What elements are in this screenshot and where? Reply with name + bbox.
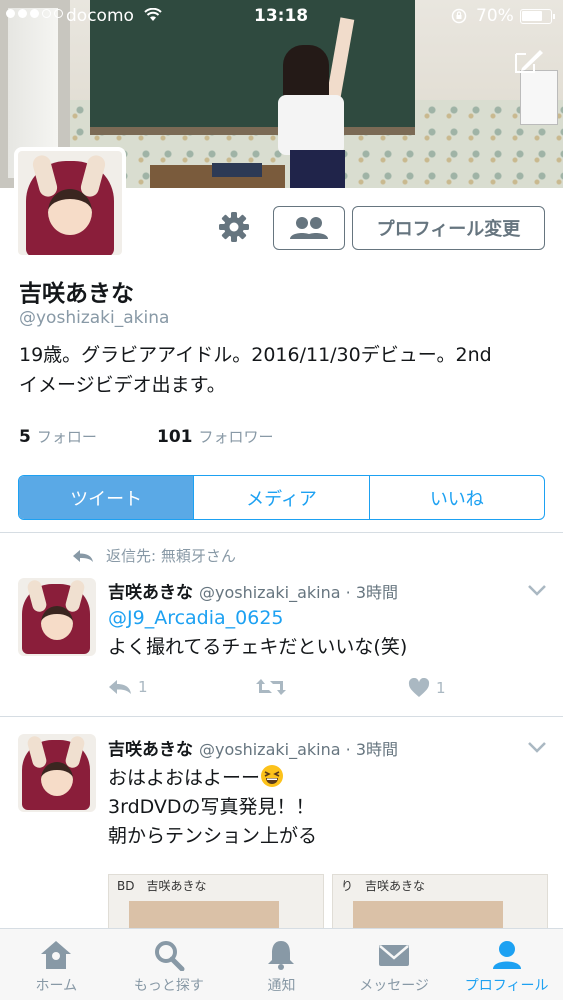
divider bbox=[0, 716, 563, 717]
mention-link[interactable]: @J9_Arcadia_0625 bbox=[108, 604, 548, 633]
retweet-button[interactable] bbox=[256, 678, 292, 696]
tweet-body: よく撮れてるチェキだといいな(笑) bbox=[108, 636, 408, 658]
retweet-icon bbox=[256, 679, 286, 695]
following-label: フォロー bbox=[36, 428, 97, 446]
tab-bar-explore[interactable]: もっと探す bbox=[113, 929, 226, 1000]
tab-bar-home[interactable]: ホーム bbox=[0, 929, 113, 1000]
media-image[interactable]: BD 吉咲あきな bbox=[108, 874, 324, 929]
chevron-down-icon[interactable] bbox=[527, 741, 547, 753]
header-poster bbox=[520, 70, 558, 125]
tab-bar-label: もっと探す bbox=[133, 978, 204, 994]
media-image[interactable]: り 吉咲あきな bbox=[332, 874, 548, 929]
following-count: 5 bbox=[19, 427, 31, 447]
bio-line: 19歳。グラビアアイドル。2016/11/30デビュー。2nd bbox=[19, 344, 492, 366]
header-book bbox=[212, 163, 262, 177]
followers-label: フォロワー bbox=[198, 428, 274, 446]
header-person-skirt bbox=[290, 150, 345, 188]
profile-tabs: ツイート メディア いいね bbox=[18, 475, 545, 520]
tweet-media: BD 吉咲あきな り 吉咲あきな bbox=[108, 874, 548, 929]
people-icon bbox=[290, 217, 328, 239]
reply-context[interactable]: 返信先: 無頼牙さん bbox=[72, 545, 236, 566]
tweet-line: おはよおはよーー bbox=[108, 764, 548, 793]
tab-likes[interactable]: いいね bbox=[368, 476, 544, 519]
bio-line: イメージビデオ出ます。 bbox=[19, 374, 226, 396]
tweet-line: 朝からテンション上がる bbox=[108, 825, 318, 847]
home-icon bbox=[41, 941, 72, 969]
battery-percent: 70% bbox=[476, 6, 514, 26]
tweet-avatar[interactable] bbox=[18, 734, 96, 812]
tweet-meta: @yoshizaki_akina · 3時間 bbox=[199, 583, 398, 602]
tweet-author-name[interactable]: 吉咲あきな bbox=[108, 740, 193, 760]
tweet-text: @J9_Arcadia_0625 よく撮れてるチェキだといいな(笑) bbox=[108, 604, 548, 662]
search-icon bbox=[154, 941, 185, 971]
tab-bar-label: プロフィール bbox=[464, 978, 549, 994]
reply-icon bbox=[109, 680, 131, 694]
like-button[interactable]: 1 bbox=[408, 678, 446, 698]
tweet-author-name[interactable]: 吉咲あきな bbox=[108, 583, 193, 603]
divider bbox=[0, 532, 563, 533]
compose-icon[interactable] bbox=[512, 48, 546, 76]
reply-context-text: 返信先: 無頼牙さん bbox=[106, 547, 236, 565]
header-person-shirt bbox=[278, 95, 344, 155]
followers-count: 101 bbox=[157, 427, 193, 447]
tweet-avatar[interactable] bbox=[18, 578, 96, 656]
bio: 19歳。グラビアアイドル。2016/11/30デビュー。2nd イメージビデオ出… bbox=[19, 340, 549, 400]
tab-bar-profile[interactable]: プロフィール bbox=[450, 929, 563, 1000]
heart-icon bbox=[408, 678, 430, 697]
people-button[interactable] bbox=[273, 206, 345, 250]
tweet-header: 吉咲あきな @yoshizaki_akina · 3時間 bbox=[108, 578, 398, 603]
reply-count: 1 bbox=[138, 678, 148, 696]
clock: 13:18 bbox=[254, 6, 309, 26]
tweet-actions: 1 1 bbox=[108, 678, 548, 702]
wifi-icon bbox=[144, 8, 162, 21]
chevron-down-icon[interactable] bbox=[527, 584, 547, 596]
profile-avatar[interactable] bbox=[14, 147, 126, 259]
stats: 5 フォロー 101 フォロワー bbox=[19, 426, 274, 447]
tweet-text: おはよおはよーー 3rdDVDの写真発見！！ 朝からテンション上がる bbox=[108, 764, 548, 851]
tweet-header: 吉咲あきな @yoshizaki_akina · 3時間 bbox=[108, 735, 398, 760]
tab-bar-messages[interactable]: メッセージ bbox=[338, 929, 451, 1000]
tab-media[interactable]: メディア bbox=[193, 476, 368, 519]
battery-icon bbox=[520, 9, 555, 24]
reply-arrow-icon bbox=[73, 549, 93, 562]
display-name: 吉咲あきな bbox=[19, 281, 134, 307]
tab-tweets[interactable]: ツイート bbox=[19, 476, 194, 519]
envelope-icon bbox=[379, 945, 410, 966]
tab-bar-notifications[interactable]: 通知 bbox=[225, 929, 338, 1000]
tweet-meta: @yoshizaki_akina · 3時間 bbox=[199, 740, 398, 759]
reply-button[interactable]: 1 bbox=[108, 678, 148, 696]
tab-bar-label: ホーム bbox=[35, 978, 78, 994]
grinning-squint-emoji-icon bbox=[261, 765, 284, 787]
gear-icon[interactable] bbox=[218, 211, 250, 243]
bottom-tab-bar: ホーム もっと探す 通知 メッセージ プロフィール bbox=[0, 928, 563, 1000]
person-icon bbox=[492, 941, 521, 969]
tweet-line: 3rdDVDの写真発見！！ bbox=[108, 796, 315, 818]
signal-strength-icon bbox=[6, 9, 63, 18]
followers-stat[interactable]: 101 フォロワー bbox=[157, 426, 274, 447]
handle: @yoshizaki_akina bbox=[19, 308, 170, 328]
carrier-name: docomo bbox=[66, 6, 134, 26]
edit-profile-button[interactable]: プロフィール変更 bbox=[352, 206, 545, 250]
rotation-lock-icon bbox=[451, 8, 467, 24]
tab-bar-label: 通知 bbox=[267, 978, 296, 994]
status-bar: docomo 13:18 70% bbox=[0, 0, 563, 34]
like-count: 1 bbox=[436, 679, 446, 697]
following-stat[interactable]: 5 フォロー bbox=[19, 426, 157, 447]
bell-icon bbox=[268, 941, 295, 970]
tab-bar-label: メッセージ bbox=[359, 978, 429, 994]
